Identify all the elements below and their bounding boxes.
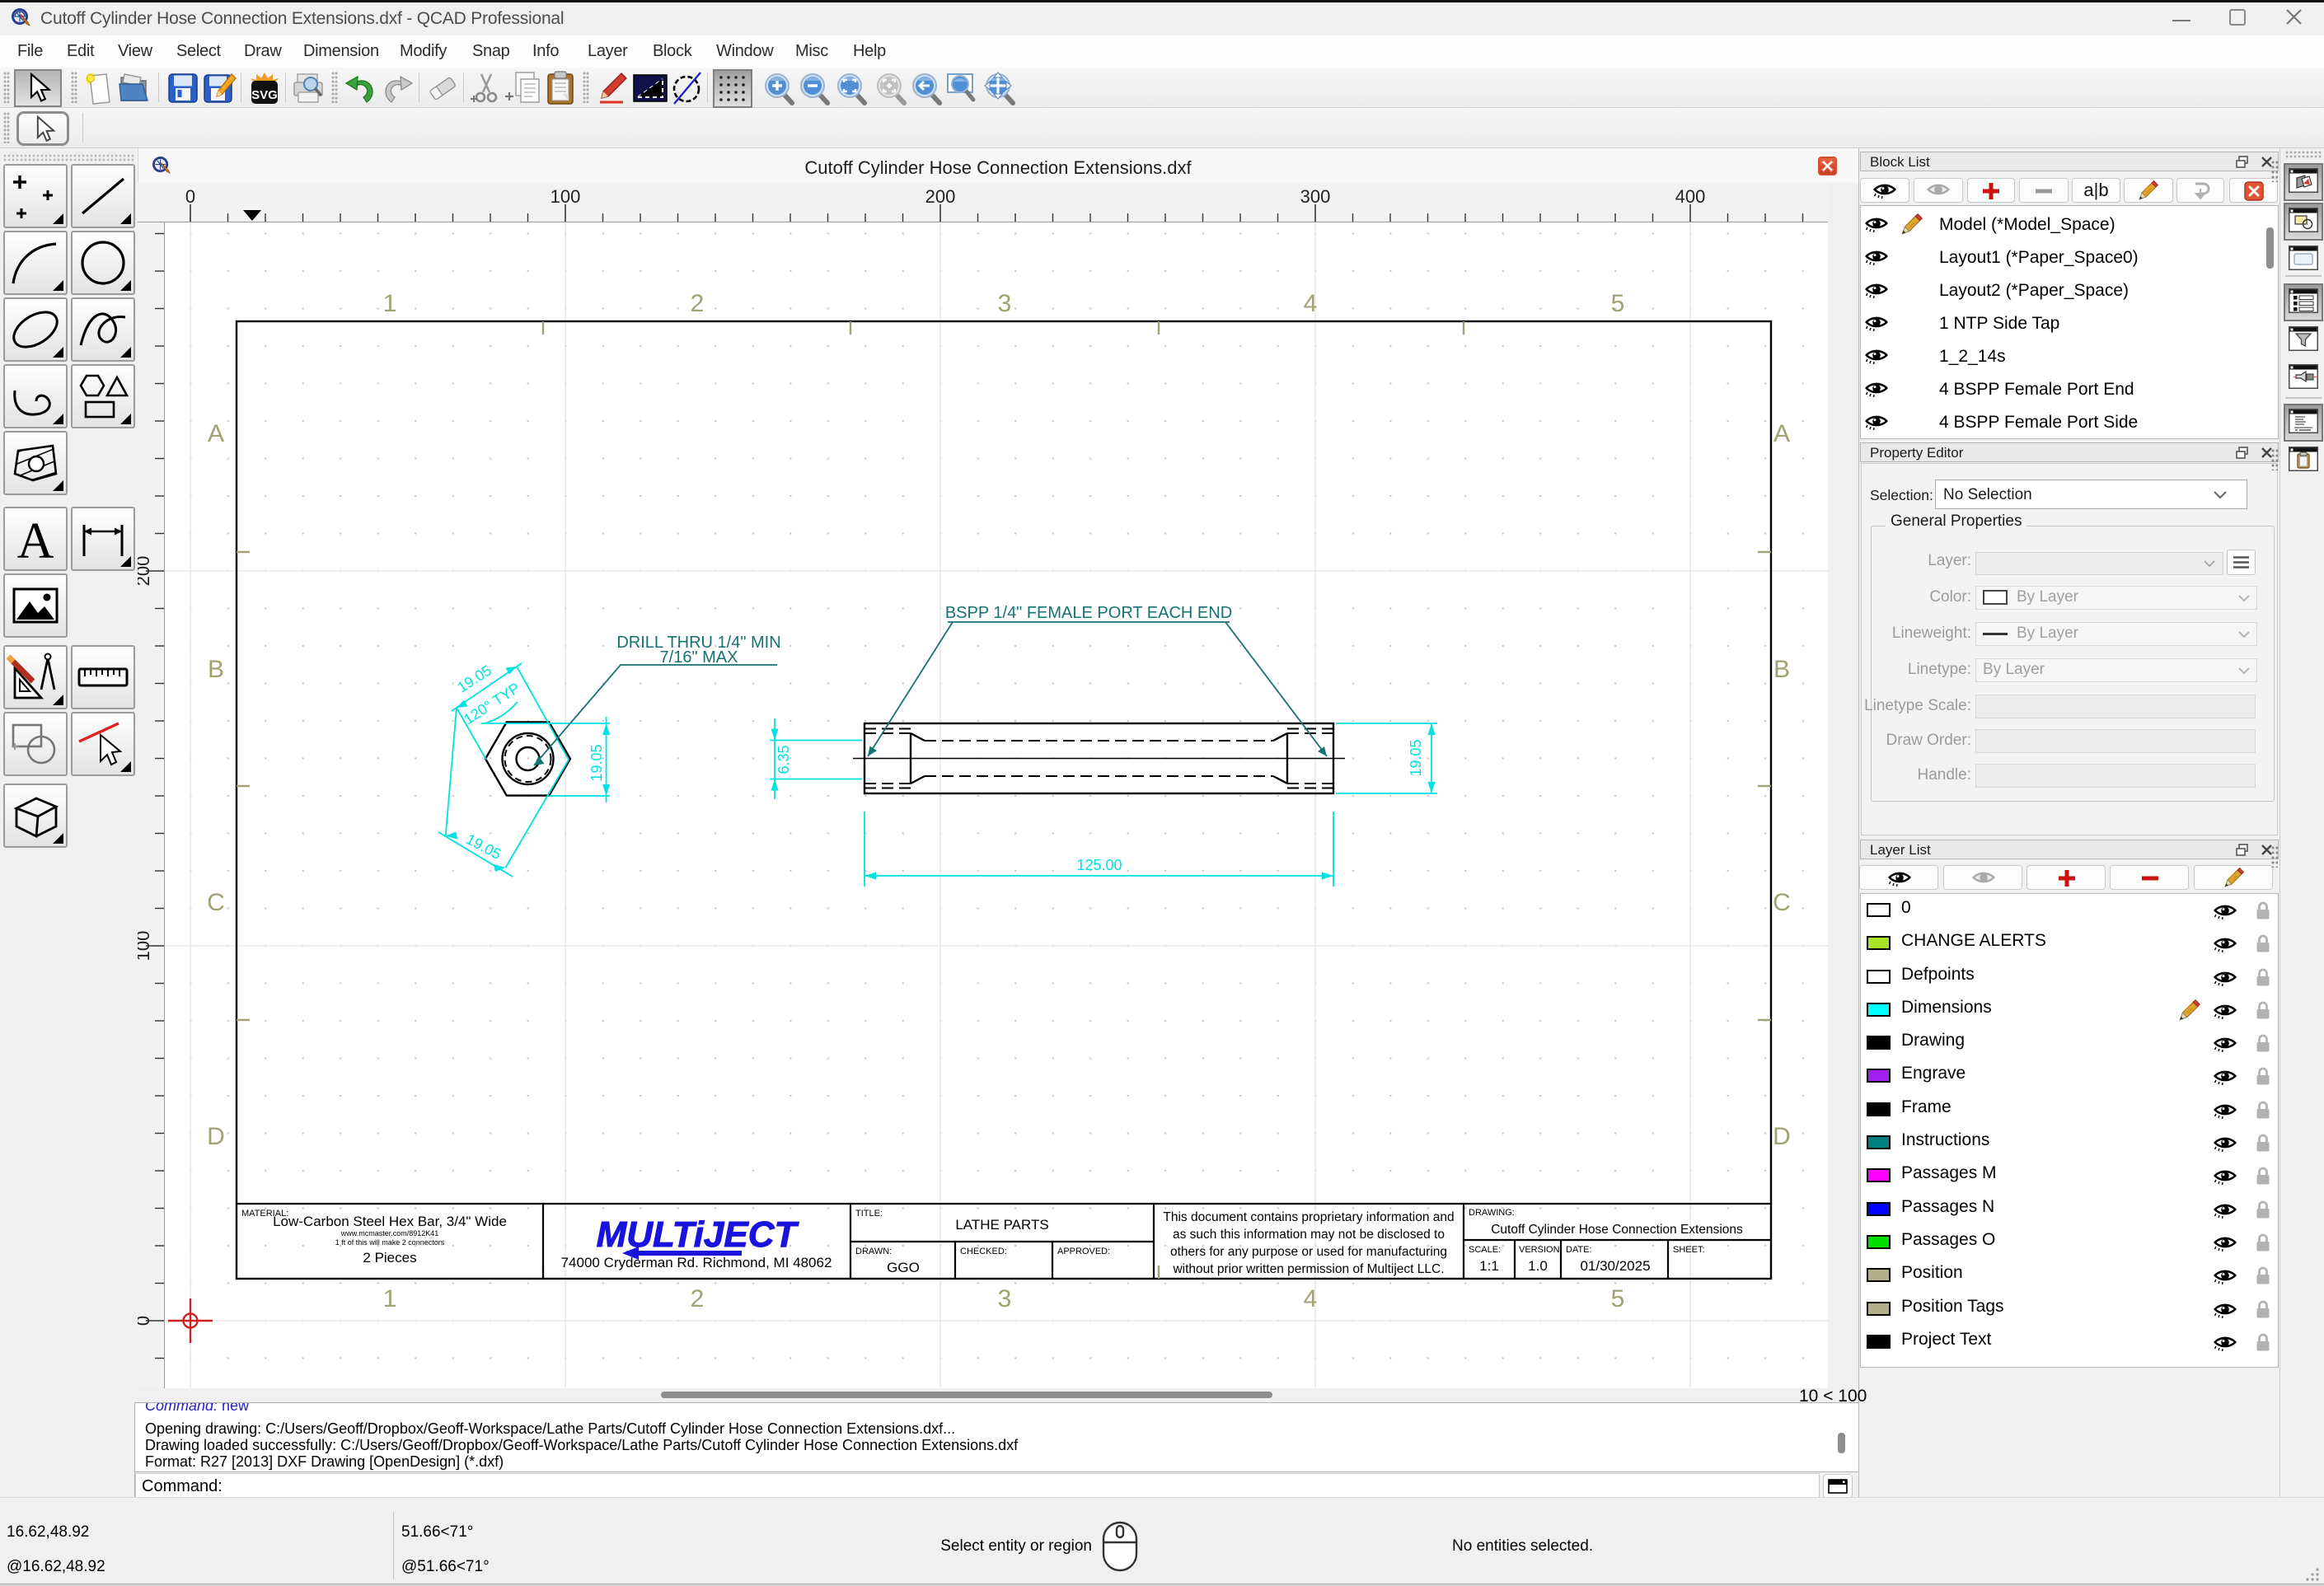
svg-text:4: 4 xyxy=(1304,1285,1318,1312)
svg-text:1: 1 xyxy=(383,1285,397,1312)
svg-text:400: 400 xyxy=(1675,186,1706,207)
svg-text:01/30/2025: 01/30/2025 xyxy=(1580,1258,1650,1274)
svg-text:3: 3 xyxy=(998,1285,1012,1312)
svg-text:7/16" MAX: 7/16" MAX xyxy=(660,648,738,667)
svg-text:as such this information may n: as such this information may not be disc… xyxy=(1173,1228,1445,1242)
svg-text:others for any purpose or used: others for any purpose or used for manuf… xyxy=(1170,1245,1447,1259)
svg-text:DRAWING:: DRAWING: xyxy=(1469,1208,1515,1218)
svg-text:2: 2 xyxy=(691,290,705,317)
svg-text:6.35: 6.35 xyxy=(775,745,792,774)
svg-text:100: 100 xyxy=(551,186,581,207)
svg-text:CHECKED:: CHECKED: xyxy=(960,1247,1007,1256)
svg-text:A: A xyxy=(17,513,54,569)
svg-text:2: 2 xyxy=(691,1285,705,1312)
svg-text:1 ft of this will make 2 conne: 1 ft of this will make 2 connectors xyxy=(335,1238,445,1247)
svg-text:Cutoff Cylinder Hose Connectio: Cutoff Cylinder Hose Connection Extensio… xyxy=(1491,1223,1743,1237)
svg-text:LATHE PARTS: LATHE PARTS xyxy=(955,1217,1048,1233)
svg-text:B: B xyxy=(208,656,224,683)
svg-text:D: D xyxy=(207,1123,225,1150)
svg-text:1:1: 1:1 xyxy=(1479,1258,1499,1274)
svg-text:200: 200 xyxy=(138,556,153,587)
svg-text:SVG: SVG xyxy=(251,88,278,102)
svg-text:100: 100 xyxy=(138,931,153,961)
svg-text:3: 3 xyxy=(998,290,1012,317)
svg-text:A: A xyxy=(208,420,224,447)
svg-text:C: C xyxy=(1773,889,1791,916)
svg-text:Low-Carbon Steel Hex Bar, 3/4": Low-Carbon Steel Hex Bar, 3/4" Wide xyxy=(273,1214,507,1229)
svg-text:4: 4 xyxy=(1304,290,1318,317)
svg-text:DRAWN:: DRAWN: xyxy=(855,1247,892,1256)
svg-text:0: 0 xyxy=(185,186,195,207)
svg-text:19.05: 19.05 xyxy=(588,744,605,781)
svg-text:125.00: 125.00 xyxy=(1076,857,1122,873)
svg-text:A: A xyxy=(1773,420,1790,447)
svg-text:TITLE:: TITLE: xyxy=(855,1209,883,1219)
svg-text:C: C xyxy=(207,889,225,916)
svg-text:without prior written permissi: without prior written permission of Mult… xyxy=(1172,1262,1444,1276)
svg-text:19.05: 19.05 xyxy=(1408,739,1424,776)
svg-text:APPROVED:: APPROVED: xyxy=(1057,1247,1110,1256)
svg-text:0: 0 xyxy=(138,1316,153,1326)
svg-text:BSPP 1/4" FEMALE PORT EACH END: BSPP 1/4" FEMALE PORT EACH END xyxy=(945,604,1232,622)
svg-text:5: 5 xyxy=(1611,290,1625,317)
svg-text:SHEET:: SHEET: xyxy=(1673,1245,1705,1255)
svg-text:GGO: GGO xyxy=(887,1260,920,1275)
svg-text:1: 1 xyxy=(383,290,397,317)
svg-text:2 Pieces: 2 Pieces xyxy=(363,1250,416,1266)
svg-text:www.mcmaster.com/8912K41: www.mcmaster.com/8912K41 xyxy=(340,1229,439,1237)
svg-text:MULTiJECT: MULTiJECT xyxy=(597,1214,799,1255)
svg-text:74000 Cryderman Rd. Richmond,: 74000 Cryderman Rd. Richmond, MI 48062 xyxy=(561,1255,832,1270)
svg-text:1.0: 1.0 xyxy=(1528,1258,1548,1274)
svg-text:300: 300 xyxy=(1300,186,1331,207)
svg-text:B: B xyxy=(1773,656,1790,683)
svg-text:5: 5 xyxy=(1611,1285,1625,1312)
svg-text:D: D xyxy=(1773,1123,1791,1150)
svg-text:DATE:: DATE: xyxy=(1566,1245,1592,1255)
svg-text:200: 200 xyxy=(925,186,956,207)
svg-text:SCALE:: SCALE: xyxy=(1469,1245,1501,1255)
svg-text:This document contains proprie: This document contains proprietary infor… xyxy=(1163,1210,1454,1224)
svg-text:VERSION:: VERSION: xyxy=(1519,1245,1563,1255)
